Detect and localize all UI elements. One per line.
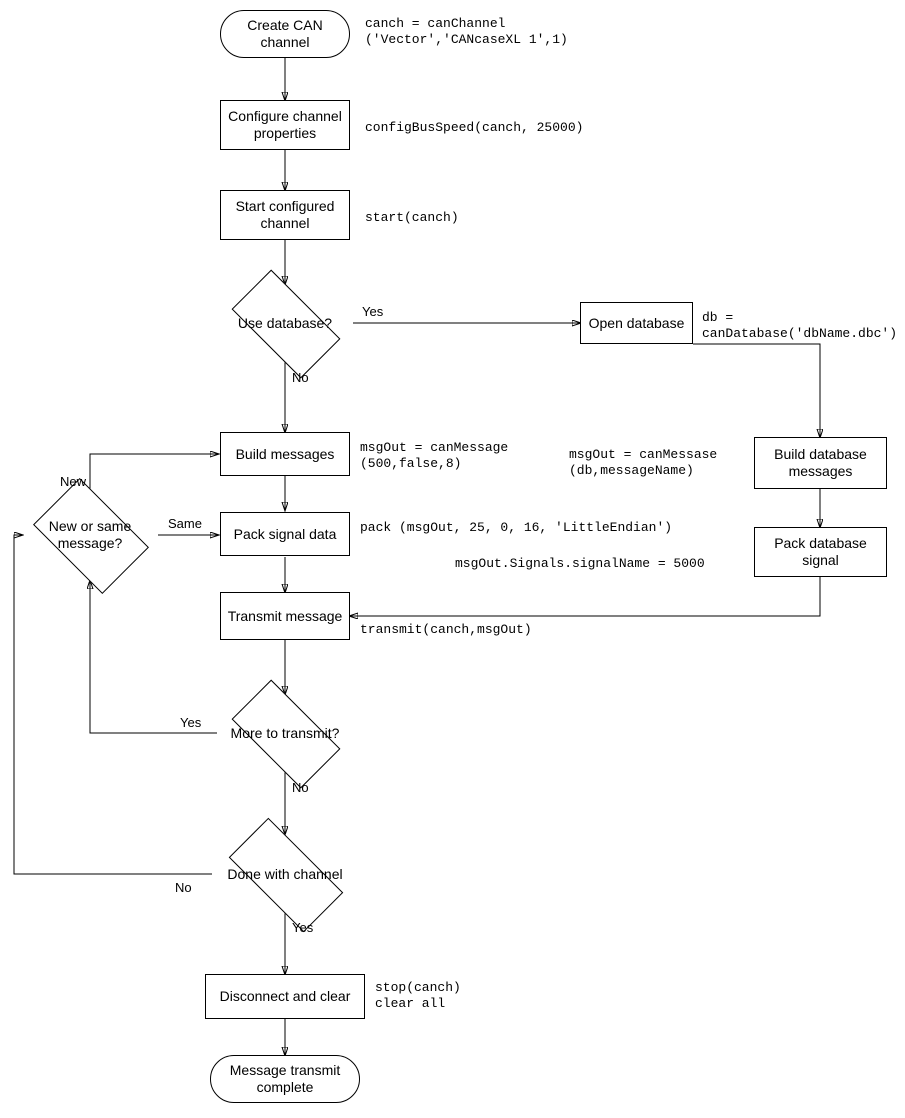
edge-label-more-no: No — [292, 780, 309, 795]
node-pack-signal: Pack signal data — [220, 512, 350, 556]
node-label: Transmit message — [228, 608, 343, 625]
edge-label-usedb-yes: Yes — [362, 304, 383, 319]
edge-label-usedb-no: No — [292, 370, 309, 385]
node-label: Build messages — [236, 446, 335, 463]
edge-label-done-yes: Yes — [292, 920, 313, 935]
node-label: New or same message? — [30, 518, 150, 552]
code-build-msg: msgOut = canMessage (500,false,8) — [360, 440, 508, 473]
node-label: Start configured channel — [225, 198, 345, 232]
code-configure: configBusSpeed(canch, 25000) — [365, 120, 583, 136]
node-label: Create CAN channel — [225, 17, 345, 51]
edge-label-done-no: No — [175, 880, 192, 895]
code-pack-sig: pack (msgOut, 25, 0, 16, 'LittleEndian') — [360, 520, 672, 536]
node-build-messages: Build messages — [220, 432, 350, 476]
node-build-db-messages: Build database messages — [754, 437, 887, 489]
edge-label-more-yes: Yes — [180, 715, 201, 730]
code-pack-db-sig: msgOut.Signals.signalName = 5000 — [455, 556, 705, 572]
code-open-db: db = canDatabase('dbName.dbc') — [702, 310, 897, 343]
node-label: Pack signal data — [234, 526, 337, 543]
node-label: Disconnect and clear — [220, 988, 351, 1005]
node-label: Message transmit complete — [215, 1062, 355, 1096]
node-label: More to transmit? — [231, 725, 340, 742]
node-label: Done with channel — [227, 866, 342, 883]
node-transmit-message: Transmit message — [220, 592, 350, 640]
node-start-channel: Start configured channel — [220, 190, 350, 240]
code-create: canch = canChannel ('Vector','CANcaseXL … — [365, 16, 568, 49]
node-label: Build database messages — [759, 446, 882, 480]
code-build-db-msg: msgOut = canMessase (db,messageName) — [569, 447, 717, 480]
node-open-database: Open database — [580, 302, 693, 344]
edge-label-neworsame-new: New — [60, 474, 86, 489]
code-transmit: transmit(canch,msgOut) — [360, 622, 532, 638]
node-message-transmit-complete: Message transmit complete — [210, 1055, 360, 1103]
node-label: Open database — [589, 315, 685, 332]
node-pack-db-signal: Pack database signal — [754, 527, 887, 577]
node-disconnect-clear: Disconnect and clear — [205, 974, 365, 1019]
edge-label-neworsame-same: Same — [168, 516, 202, 531]
node-label: Pack database signal — [759, 535, 882, 569]
code-start: start(canch) — [365, 210, 459, 226]
node-label: Use database? — [238, 315, 332, 332]
node-create-can-channel: Create CAN channel — [220, 10, 350, 58]
node-label: Configure channel properties — [225, 108, 345, 142]
code-disconnect: stop(canch) clear all — [375, 980, 461, 1013]
node-configure-channel: Configure channel properties — [220, 100, 350, 150]
